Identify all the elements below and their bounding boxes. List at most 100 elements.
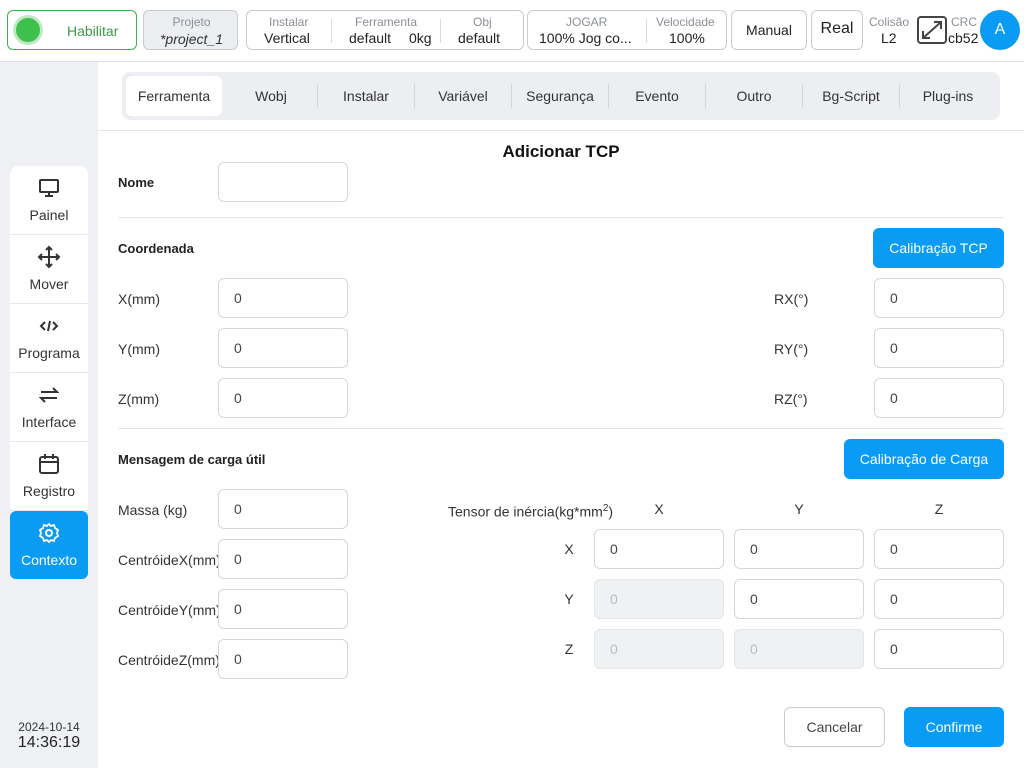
load-calibration-button[interactable]: Calibração de Carga	[844, 439, 1004, 479]
sidebar-item-label: Painel	[29, 207, 69, 223]
centroid-x-input[interactable]: 0	[218, 539, 348, 579]
user-avatar[interactable]: A	[980, 10, 1020, 50]
page-title: Adicionar TCP	[502, 142, 620, 161]
main-panel: Ferramenta Wobj Instalar Variável Segura…	[98, 62, 1024, 768]
obj-label: Obj	[473, 15, 492, 29]
inertia-zx-input: 0	[594, 629, 724, 669]
centroid-x-label: CentróideX(mm)	[118, 552, 221, 568]
inertia-yy-input[interactable]: 0	[734, 579, 864, 619]
tab-evento[interactable]: Evento	[609, 76, 705, 116]
centroid-y-label: CentróideY(mm)	[118, 602, 221, 618]
tool-load: 0kg	[409, 30, 432, 46]
name-label: Nome	[118, 175, 155, 190]
project-name: *project_1	[159, 31, 224, 47]
tab-seguranca[interactable]: Segurança	[512, 76, 608, 116]
tab-bg-script[interactable]: Bg-Script	[803, 76, 899, 116]
project-indicator[interactable]: Projeto *project_1	[143, 10, 238, 50]
sidebar-item-programa[interactable]: Programa	[10, 304, 88, 373]
rz-label: RZ(°)	[774, 391, 808, 407]
tab-wobj[interactable]: Wobj	[223, 76, 319, 116]
x-input[interactable]: 0	[218, 278, 348, 318]
rx-input[interactable]: 0	[874, 278, 1004, 318]
z-label: Z(mm)	[118, 391, 160, 407]
settings-tabs: Ferramenta Wobj Instalar Variável Segura…	[122, 72, 1000, 120]
divider	[118, 217, 1004, 218]
centroid-z-label: CentróideZ(mm)	[118, 652, 220, 668]
y-input[interactable]: 0	[218, 328, 348, 368]
project-label: Projeto	[172, 15, 211, 29]
tab-variavel[interactable]: Variável	[415, 76, 511, 116]
ry-label: RY(°)	[774, 341, 809, 357]
inertia-col-y: Y	[794, 501, 804, 517]
inertia-xz-input[interactable]: 0	[874, 529, 1004, 569]
enable-label: Habilitar	[67, 23, 119, 39]
install-label: Instalar	[269, 15, 309, 29]
tab-plug-ins[interactable]: Plug-ins	[900, 76, 996, 116]
divider	[98, 130, 1024, 131]
inertia-col-x: X	[654, 501, 664, 517]
manual-label: Manual	[746, 22, 792, 38]
mass-label: Massa (kg)	[118, 502, 188, 518]
divider	[440, 19, 441, 43]
crc-value: cb52	[948, 30, 979, 46]
inertia-xy-input[interactable]: 0	[734, 529, 864, 569]
speed-value: 100%	[669, 30, 705, 46]
collision-label: Colisão	[869, 15, 910, 29]
real-mode-button[interactable]: Real	[811, 10, 863, 50]
inertia-zz-input[interactable]: 0	[874, 629, 1004, 669]
inertia-col-z: Z	[934, 501, 944, 517]
ry-input[interactable]: 0	[874, 328, 1004, 368]
inertia-yx-input: 0	[594, 579, 724, 619]
jog-value: 100% Jog co...	[539, 30, 632, 46]
name-input[interactable]	[218, 162, 348, 202]
centroid-y-input[interactable]: 0	[218, 589, 348, 629]
sidebar-item-label: Mover	[29, 276, 69, 292]
sidebar-item-label: Programa	[18, 345, 80, 361]
tool-value: default	[349, 30, 392, 46]
inertia-zy-input: 0	[734, 629, 864, 669]
tool-label: Ferramenta	[355, 15, 418, 29]
rz-input[interactable]: 0	[874, 378, 1004, 418]
install-value: Vertical	[264, 30, 310, 46]
sidebar-item-painel[interactable]: Painel	[10, 166, 88, 235]
monitor-icon	[10, 176, 88, 200]
code-icon	[10, 314, 88, 338]
obj-value: default	[458, 30, 501, 46]
expand-icon[interactable]	[917, 16, 947, 44]
sidebar-item-contexto[interactable]: Contexto	[10, 511, 88, 579]
tcp-calibration-button[interactable]: Calibração TCP	[873, 228, 1004, 268]
centroid-z-input[interactable]: 0	[218, 639, 348, 679]
x-label: X(mm)	[118, 291, 160, 307]
jog-label: JOGAR	[566, 15, 608, 29]
sidebar-item-interface[interactable]: Interface	[10, 373, 88, 442]
tab-outro[interactable]: Outro	[706, 76, 802, 116]
status-bar: Habilitar Projeto *project_1 Instalar Ve…	[0, 0, 1024, 62]
inertia-yz-input[interactable]: 0	[874, 579, 1004, 619]
inertia-tensor-label: Tensor de inércia(kg*mm2)	[448, 503, 614, 520]
confirm-button[interactable]: Confirme	[904, 707, 1004, 747]
manual-mode-button[interactable]: Manual	[731, 10, 807, 50]
divider	[646, 19, 647, 43]
inertia-row-x: X	[564, 541, 574, 557]
coordinate-section-label: Coordenada	[118, 241, 194, 256]
jog-speed-panel[interactable]: JOGAR 100% Jog co... Velocidade 100%	[527, 10, 727, 50]
enable-status-icon	[16, 18, 40, 42]
sidebar-item-mover[interactable]: Mover	[10, 235, 88, 304]
inertia-xx-input[interactable]: 0	[594, 529, 724, 569]
cancel-button[interactable]: Cancelar	[784, 707, 885, 747]
sidebar-item-registro[interactable]: Registro	[10, 442, 88, 511]
calendar-icon	[10, 452, 88, 476]
y-label: Y(mm)	[118, 341, 160, 357]
sidebar-item-label: Contexto	[20, 552, 78, 568]
z-input[interactable]: 0	[218, 378, 348, 418]
enable-button[interactable]: Habilitar	[7, 10, 137, 50]
swap-arrows-icon	[10, 383, 88, 407]
move-arrows-icon	[10, 245, 88, 269]
install-tool-obj-panel[interactable]: Instalar Vertical Ferramenta default 0kg…	[246, 10, 524, 50]
divider	[118, 428, 1004, 429]
inertia-row-y: Y	[564, 591, 574, 607]
tab-instalar[interactable]: Instalar	[318, 76, 414, 116]
tab-ferramenta[interactable]: Ferramenta	[126, 76, 222, 116]
sidebar-item-label: Registro	[22, 483, 76, 499]
mass-input[interactable]: 0	[218, 489, 348, 529]
